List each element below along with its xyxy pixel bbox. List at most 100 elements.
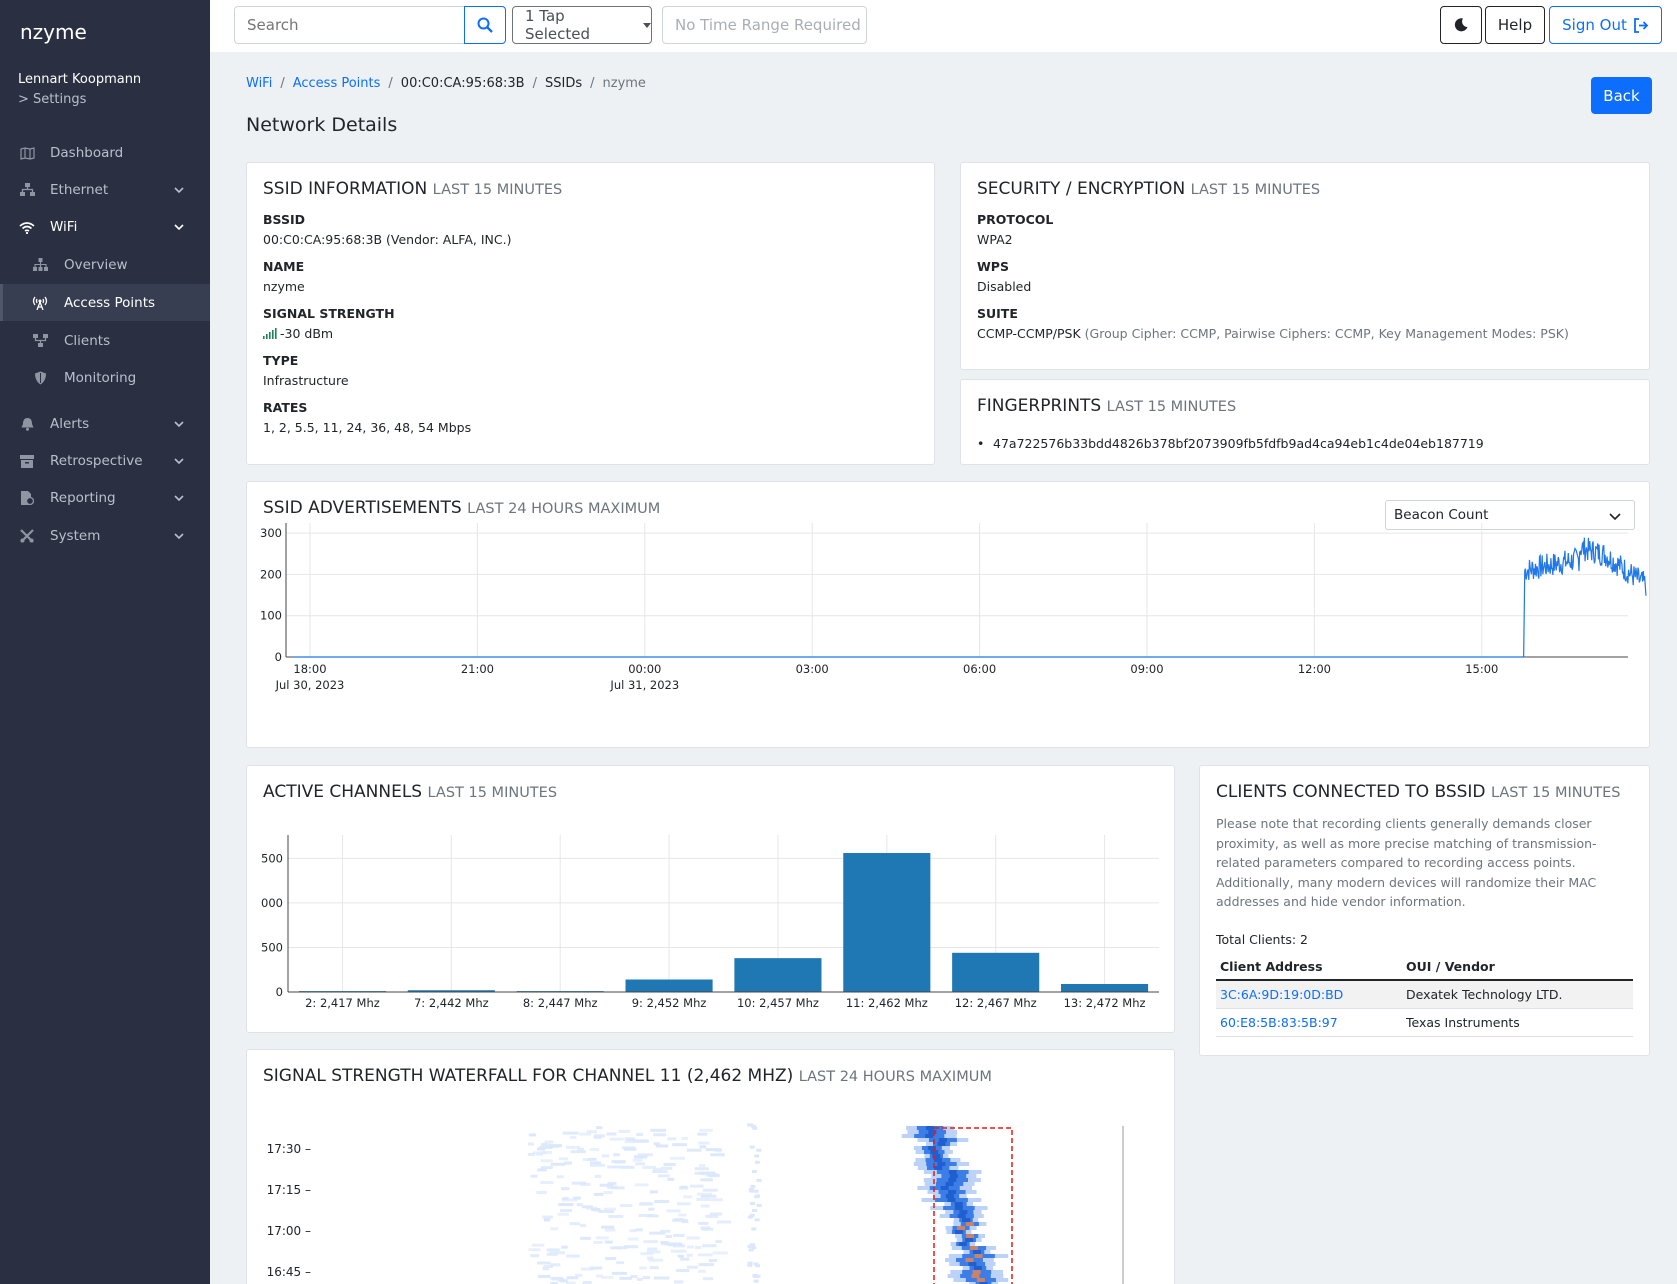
heat-cell bbox=[973, 1266, 982, 1270]
brand-logo[interactable]: nzyme bbox=[20, 20, 87, 44]
heat-cell bbox=[965, 1222, 974, 1226]
sidebar-item-reporting[interactable]: Reporting bbox=[0, 480, 210, 516]
heat-cell bbox=[550, 1227, 559, 1231]
heat-cell bbox=[694, 1245, 702, 1249]
sidebar-item-access-points[interactable]: Access Points bbox=[0, 284, 210, 321]
heat-cell bbox=[653, 1133, 667, 1137]
heat-cell bbox=[749, 1201, 755, 1205]
sidebar-item-alerts[interactable]: Alerts bbox=[0, 406, 210, 442]
moon-icon bbox=[1454, 18, 1468, 32]
heat-cell bbox=[609, 1137, 624, 1141]
card-title: SECURITY / ENCRYPTION LAST 15 MINUTES bbox=[977, 179, 1320, 199]
antenna-icon bbox=[32, 295, 48, 311]
sidebar-item-wifi[interactable]: WiFi bbox=[0, 209, 210, 245]
client-address-link[interactable]: 60:E8:5B:83:5B:97 bbox=[1220, 1015, 1338, 1030]
sign-out-label: Sign Out bbox=[1562, 16, 1627, 34]
heat-cell bbox=[974, 1254, 983, 1258]
heat-cell bbox=[634, 1154, 648, 1158]
client-address-link[interactable]: 3C:6A:9D:19:0D:BD bbox=[1220, 987, 1343, 1002]
x-tick-label: 00:00 bbox=[628, 662, 661, 676]
sidebar-item-label: System bbox=[50, 528, 101, 544]
heat-cell bbox=[569, 1135, 577, 1139]
clients-table: Client Address OUI / Vendor 3C:6A:9D:19:… bbox=[1216, 954, 1633, 1037]
sidebar-item-label: Access Points bbox=[64, 294, 156, 311]
breadcrumb-separator: / bbox=[590, 76, 595, 91]
heat-cell bbox=[697, 1253, 713, 1257]
client-address-cell: 60:E8:5B:83:5B:97 bbox=[1216, 1008, 1402, 1037]
heat-cell bbox=[577, 1147, 584, 1151]
heat-cell bbox=[573, 1196, 581, 1200]
heat-cell bbox=[611, 1271, 627, 1275]
heat-cell bbox=[530, 1174, 538, 1178]
heat-cell bbox=[755, 1194, 761, 1198]
heat-cell bbox=[557, 1212, 569, 1216]
card-title: SIGNAL STRENGTH WATERFALL FOR CHANNEL 11… bbox=[263, 1066, 992, 1086]
heat-cell bbox=[654, 1200, 670, 1204]
chevron-down-icon bbox=[174, 533, 184, 540]
sign-out-button[interactable]: Sign Out bbox=[1549, 6, 1662, 44]
tap-selector-label: 1 Tap Selected bbox=[525, 7, 591, 43]
sidebar-item-ethernet[interactable]: Ethernet bbox=[0, 172, 210, 208]
heat-cell bbox=[754, 1218, 760, 1222]
help-button[interactable]: Help bbox=[1485, 6, 1545, 44]
heat-cell bbox=[623, 1147, 637, 1151]
time-range-picker[interactable]: No Time Range Required bbox=[662, 6, 867, 44]
heat-cell bbox=[614, 1160, 626, 1164]
heat-cell bbox=[636, 1133, 643, 1137]
heat-cell bbox=[957, 1214, 966, 1218]
bar bbox=[952, 952, 1040, 992]
x-tick-label: 06:00 bbox=[963, 662, 996, 676]
heat-cell bbox=[972, 1270, 981, 1274]
heat-cell bbox=[616, 1261, 625, 1265]
sidebar-item-dashboard[interactable]: Dashboard bbox=[0, 135, 210, 171]
sidebar-item-system[interactable]: System bbox=[0, 518, 210, 554]
search-icon bbox=[477, 17, 493, 33]
tap-selector[interactable]: 1 Tap Selected bbox=[512, 6, 652, 44]
heat-cell bbox=[694, 1167, 709, 1171]
heat-cell bbox=[686, 1236, 700, 1240]
sidebar-item-monitoring[interactable]: Monitoring bbox=[0, 359, 210, 396]
heat-cell bbox=[605, 1257, 617, 1261]
heat-cell bbox=[536, 1190, 547, 1194]
sidebar-item-overview[interactable]: Overview bbox=[0, 246, 210, 283]
x-tick-label: 03:00 bbox=[796, 662, 829, 676]
heat-cell bbox=[938, 1138, 947, 1142]
heat-cell bbox=[595, 1236, 609, 1240]
heat-cell bbox=[754, 1160, 760, 1164]
settings-link[interactable]: > Settings bbox=[18, 92, 86, 107]
heat-cell bbox=[607, 1165, 624, 1169]
dark-mode-toggle[interactable] bbox=[1440, 6, 1482, 44]
heat-cell bbox=[543, 1218, 551, 1222]
card-title-text: FINGERPRINTS bbox=[977, 396, 1102, 416]
table-row: 3C:6A:9D:19:0D:BD Dexatek Technology LTD… bbox=[1216, 980, 1633, 1009]
breadcrumb-access-points[interactable]: Access Points bbox=[293, 76, 381, 91]
user-name: Lennart Koopmann bbox=[18, 72, 142, 87]
heat-cell bbox=[675, 1269, 690, 1273]
heat-cell bbox=[687, 1245, 694, 1249]
heat-cell bbox=[680, 1185, 687, 1189]
breadcrumb-wifi[interactable]: WiFi bbox=[246, 76, 272, 91]
heat-cell bbox=[630, 1275, 638, 1279]
series-line bbox=[293, 537, 1647, 658]
search-input[interactable] bbox=[234, 6, 464, 44]
clients-icon bbox=[32, 333, 48, 349]
heat-cell bbox=[549, 1251, 566, 1255]
vendor-cell: Dexatek Technology LTD. bbox=[1402, 980, 1633, 1009]
bar bbox=[625, 979, 713, 992]
heat-cell bbox=[531, 1243, 545, 1247]
back-button[interactable]: Back bbox=[1591, 77, 1652, 114]
column-header: OUI / Vendor bbox=[1402, 954, 1633, 981]
search-button[interactable] bbox=[464, 6, 506, 44]
x-tick-label: 7: 2,442 Mhz bbox=[414, 996, 489, 1010]
sign-out-icon bbox=[1633, 17, 1649, 33]
x-tick-label: 09:00 bbox=[1130, 662, 1163, 676]
sidebar-item-retrospective[interactable]: Retrospective bbox=[0, 443, 210, 479]
top-bar: 1 Tap Selected No Time Range Required He… bbox=[210, 0, 1677, 52]
y-tick-label: 200 bbox=[260, 567, 282, 581]
heat-cell bbox=[937, 1162, 946, 1166]
sidebar-item-clients[interactable]: Clients bbox=[0, 322, 210, 359]
heat-cell bbox=[640, 1252, 654, 1256]
heat-cell bbox=[663, 1162, 676, 1166]
sidebar-item-label: Reporting bbox=[50, 490, 116, 506]
heat-cell bbox=[700, 1204, 710, 1208]
